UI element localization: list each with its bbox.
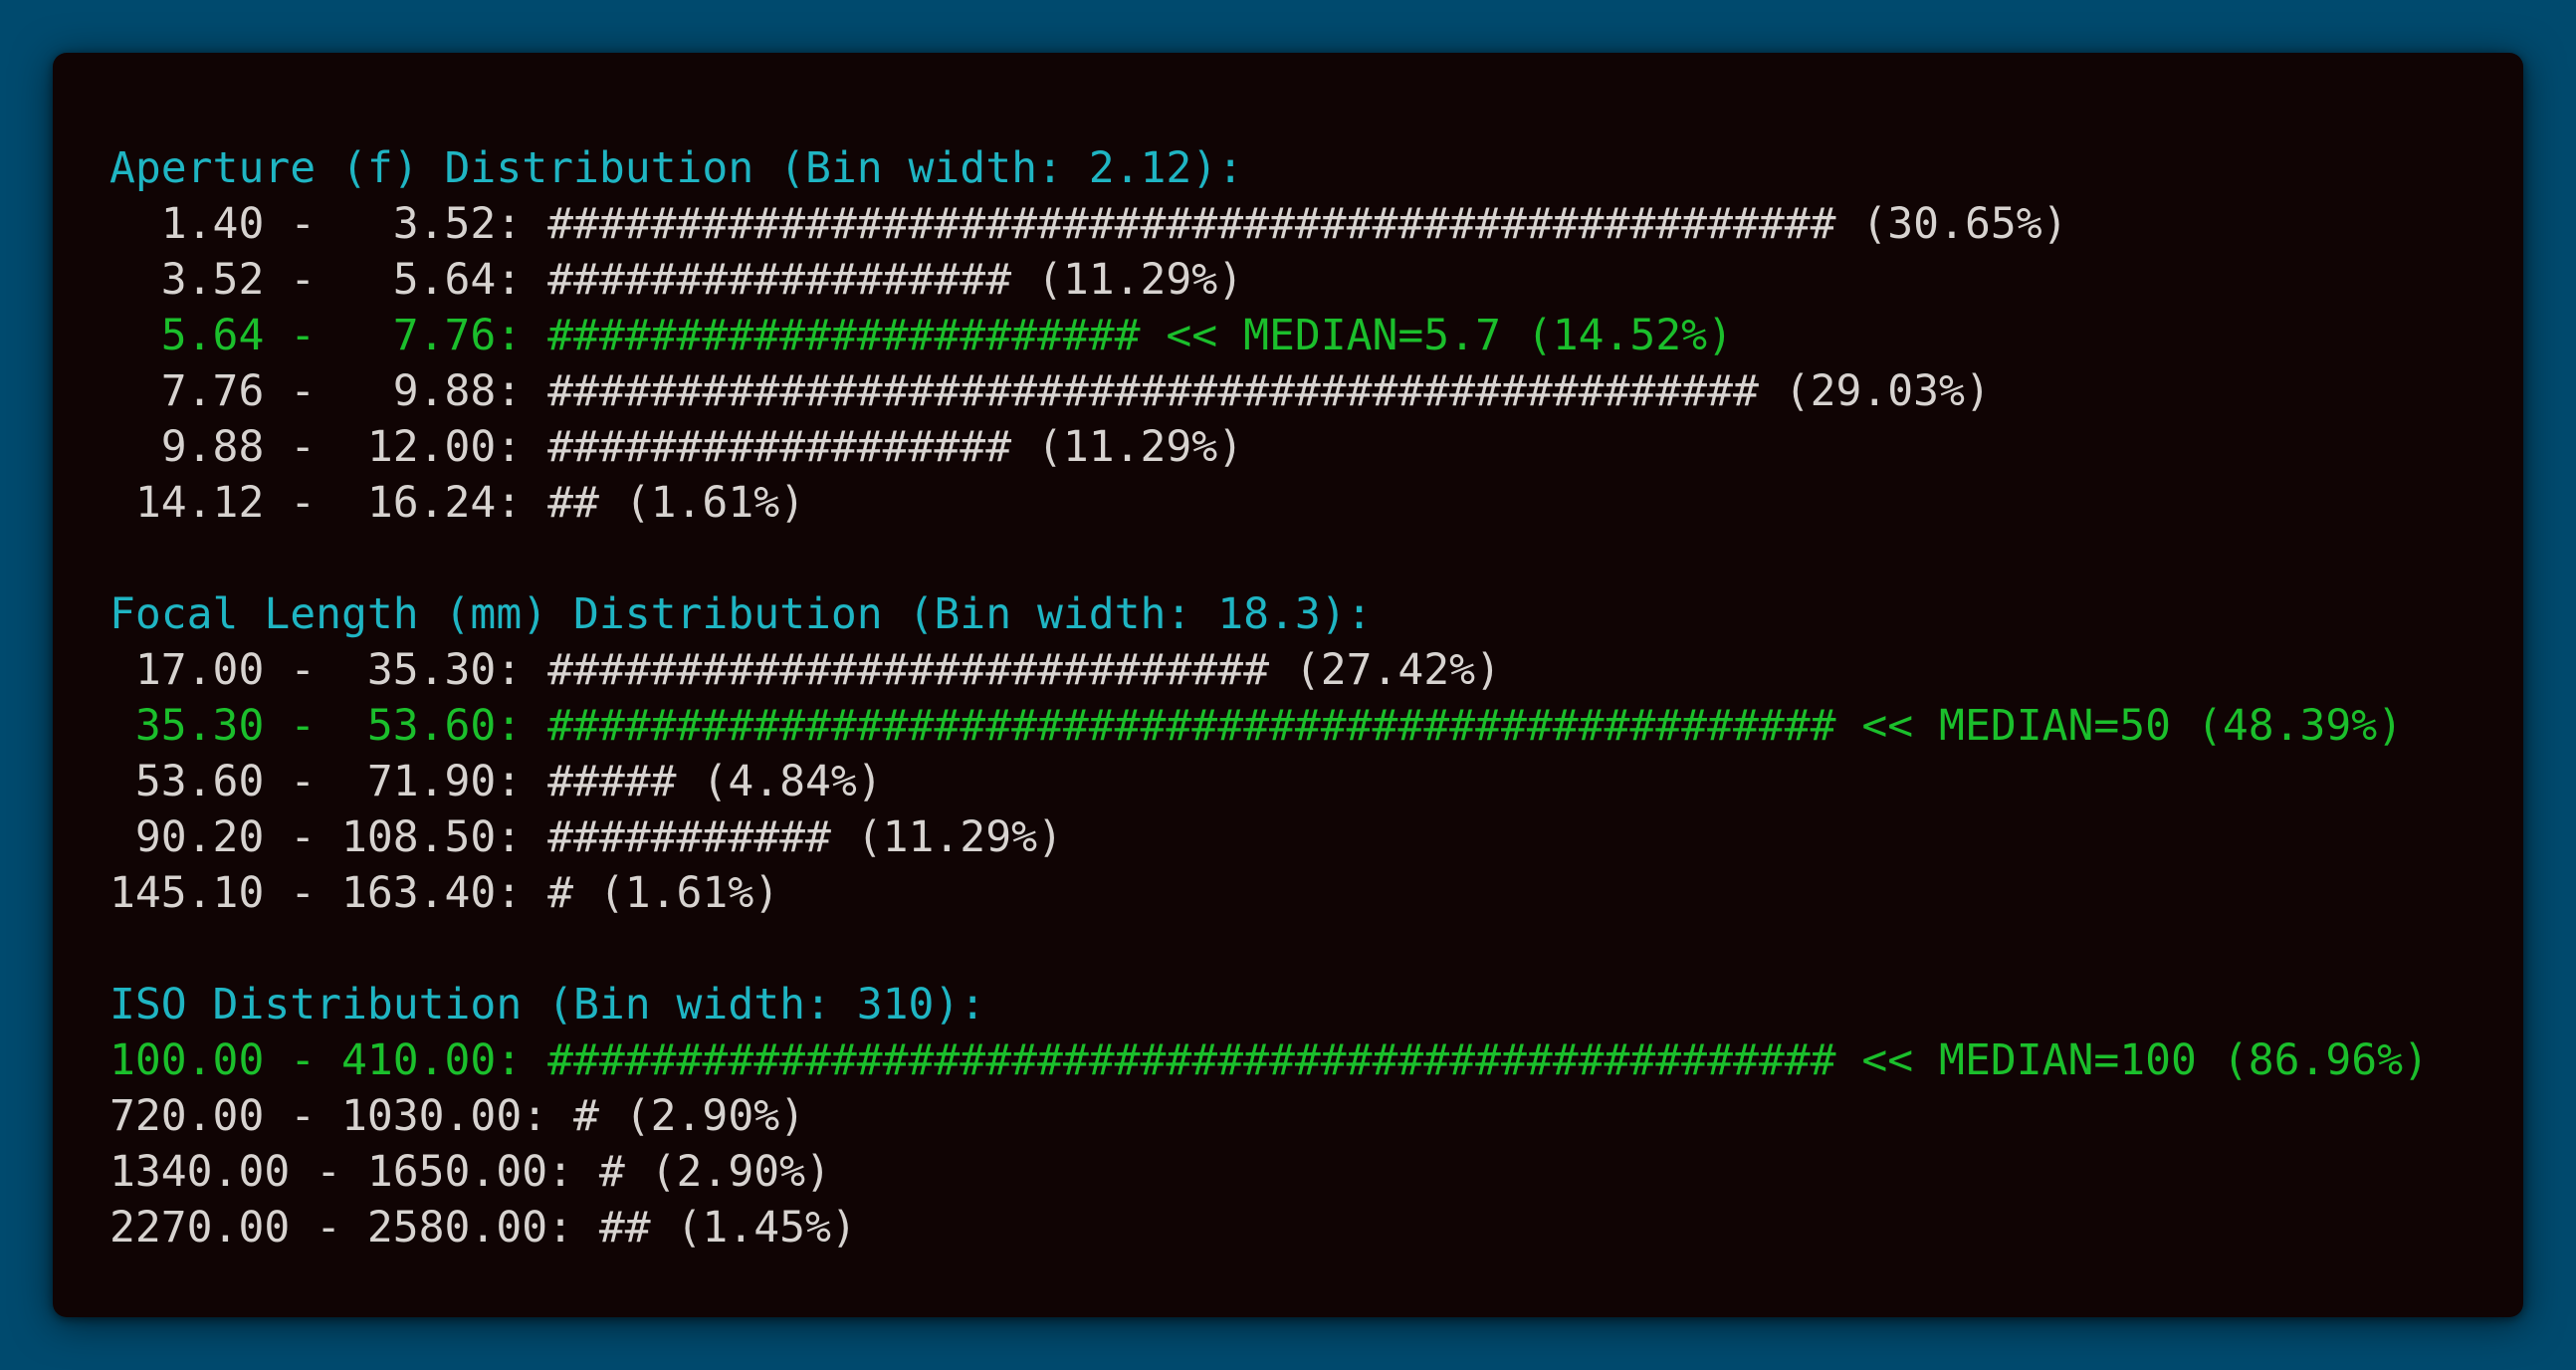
histogram-row: 3.52 - 5.64: ################## (11.29%) bbox=[109, 255, 1244, 305]
histogram-row: 17.00 - 35.30: #########################… bbox=[109, 645, 1501, 695]
histogram-row: 7.76 - 9.88: ###########################… bbox=[109, 366, 1991, 416]
histogram-row: 1340.00 - 1650.00: # (2.90%) bbox=[109, 1147, 831, 1197]
histogram-row: 145.10 - 163.40: # (1.61%) bbox=[109, 868, 780, 918]
section-heading-iso: ISO Distribution (Bin width: 310): bbox=[109, 980, 986, 1029]
section-heading-aperture: Aperture (f) Distribution (Bin width: 2.… bbox=[109, 143, 1244, 193]
histogram-row: 9.88 - 12.00: ################## (11.29%… bbox=[109, 422, 1244, 472]
histogram-row: 14.12 - 16.24: ## (1.61%) bbox=[109, 478, 805, 528]
histogram-row: 53.60 - 71.90: ##### (4.84%) bbox=[109, 757, 883, 806]
histogram-row-median: 5.64 - 7.76: ####################### << … bbox=[109, 311, 1733, 360]
section-heading-focal-length: Focal Length (mm) Distribution (Bin widt… bbox=[109, 589, 1373, 639]
histogram-row: 90.20 - 108.50: ########### (11.29%) bbox=[109, 812, 1063, 862]
histogram-row: 1.40 - 3.52: ###########################… bbox=[109, 199, 2068, 249]
histogram-row-median: 100.00 - 410.00: #######################… bbox=[109, 1035, 2429, 1085]
histogram-row-median: 35.30 - 53.60: #########################… bbox=[109, 701, 2404, 751]
histogram-row: 2270.00 - 2580.00: ## (1.45%) bbox=[109, 1203, 857, 1253]
terminal-window: Aperture (f) Distribution (Bin width: 2.… bbox=[53, 53, 2523, 1317]
histogram-row: 720.00 - 1030.00: # (2.90%) bbox=[109, 1091, 805, 1141]
